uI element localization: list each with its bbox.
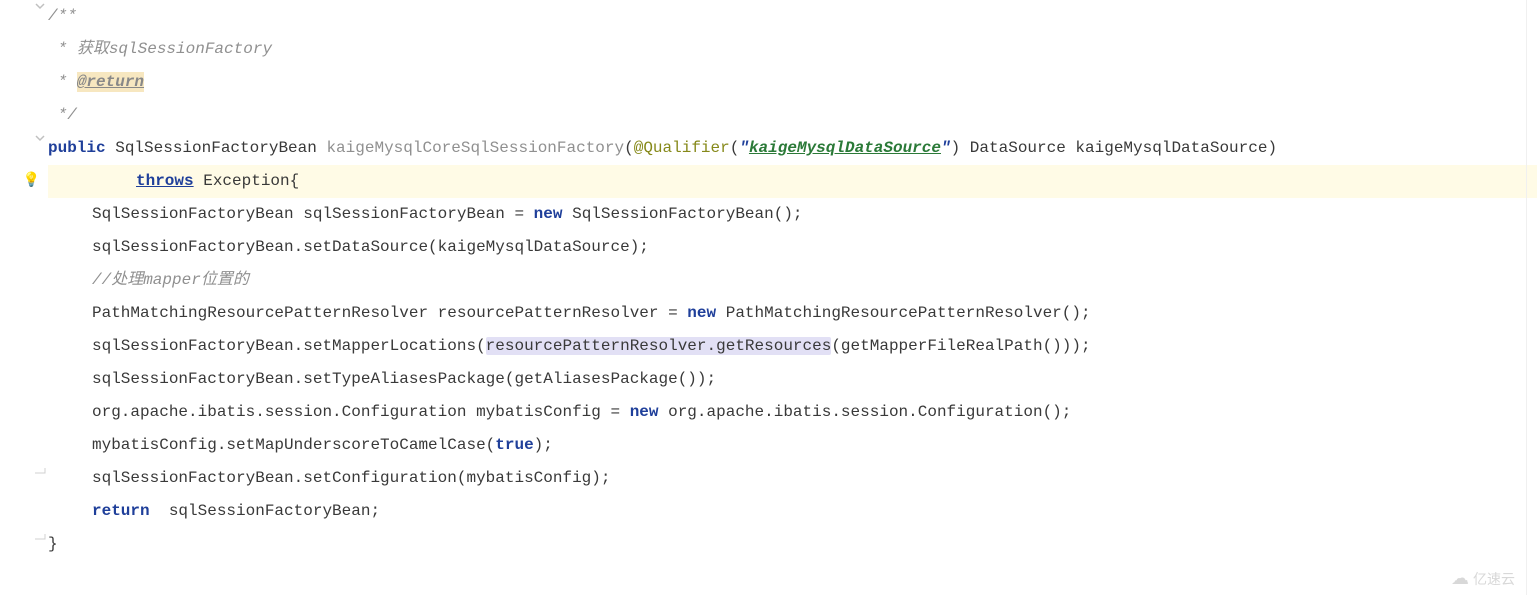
code-line[interactable]: //处理mapper位置的: [48, 264, 1537, 297]
code-line[interactable]: */: [48, 99, 1537, 132]
code-line[interactable]: }: [48, 528, 1537, 561]
watermark: ☁ 亿速云: [1451, 568, 1515, 589]
editor-gutter: 💡: [0, 0, 48, 595]
cloud-icon: ☁: [1451, 568, 1469, 589]
code-line[interactable]: public SqlSessionFactoryBean kaigeMysqlC…: [48, 132, 1537, 165]
code-line[interactable]: sqlSessionFactoryBean.setTypeAliasesPack…: [48, 363, 1537, 396]
code-line[interactable]: PathMatchingResourcePatternResolver reso…: [48, 297, 1537, 330]
code-editor[interactable]: 💡 /** * 获取sqlSessionFactory * @return */…: [0, 0, 1537, 595]
code-line[interactable]: org.apache.ibatis.session.Configuration …: [48, 396, 1537, 429]
code-line[interactable]: * 获取sqlSessionFactory: [48, 33, 1537, 66]
code-line[interactable]: mybatisConfig.setMapUnderscoreToCamelCas…: [48, 429, 1537, 462]
code-line[interactable]: sqlSessionFactoryBean.setConfiguration(m…: [48, 462, 1537, 495]
javadoc-return-tag: @return: [77, 72, 144, 92]
intention-bulb-icon[interactable]: 💡: [23, 165, 40, 198]
code-line[interactable]: sqlSessionFactoryBean.setDataSource(kaig…: [48, 231, 1537, 264]
fold-end-marker-icon: [34, 528, 46, 540]
right-margin-guide: [1526, 0, 1527, 595]
fold-marker-icon[interactable]: [34, 132, 46, 144]
fold-marker-icon[interactable]: [34, 0, 46, 12]
method-name: kaigeMysqlCoreSqlSessionFactory: [326, 139, 624, 157]
fold-end-marker-icon: [34, 462, 46, 474]
code-line[interactable]: /**: [48, 0, 1537, 33]
code-line[interactable]: sqlSessionFactoryBean.setMapperLocations…: [48, 330, 1537, 363]
code-line-highlighted[interactable]: throws Exception{: [48, 165, 1537, 198]
code-line[interactable]: * @return: [48, 66, 1537, 99]
code-area[interactable]: /** * 获取sqlSessionFactory * @return */ p…: [48, 0, 1537, 595]
code-line[interactable]: SqlSessionFactoryBean sqlSessionFactoryB…: [48, 198, 1537, 231]
code-line[interactable]: return sqlSessionFactoryBean;: [48, 495, 1537, 528]
watermark-text: 亿速云: [1473, 569, 1515, 589]
usage-highlight: resourcePatternResolver.getResources: [486, 337, 832, 355]
